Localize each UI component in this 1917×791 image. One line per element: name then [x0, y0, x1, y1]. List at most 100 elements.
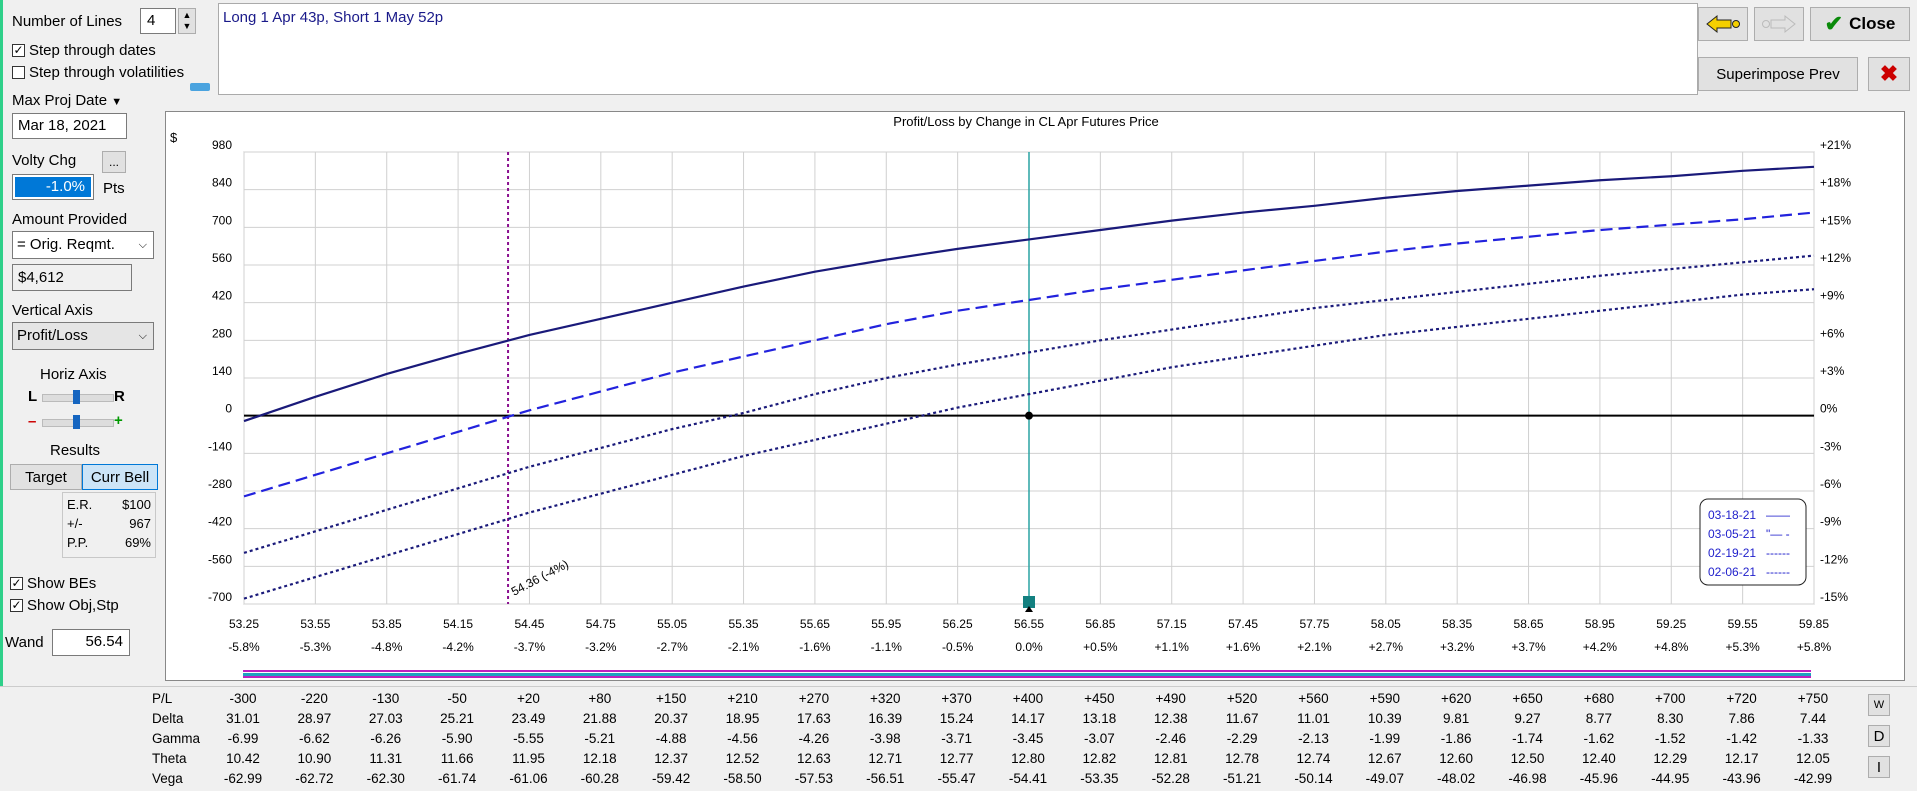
wand-input[interactable]: 56.54: [52, 629, 130, 656]
close-button[interactable]: ✔ Close: [1810, 7, 1910, 41]
arrow-right-icon: [1762, 14, 1796, 34]
superimpose-prev-button[interactable]: Superimpose Prev: [1698, 57, 1858, 91]
x-pct-tick-label: +0.5%: [1083, 640, 1118, 654]
x-tick-label: 59.55: [1728, 617, 1758, 631]
table-cell: -49.07: [1365, 771, 1404, 786]
show-obj-checkbox[interactable]: ✓ Show Obj,Stp: [10, 597, 119, 614]
table-cell: -42.99: [1793, 771, 1833, 786]
x-pct-tick-label: +1.6%: [1226, 640, 1261, 654]
max-proj-date-field[interactable]: Mar 18, 2021: [12, 113, 127, 139]
horiz-pan-slider[interactable]: [42, 390, 114, 404]
x-pct-tick-label: +2.1%: [1297, 640, 1332, 654]
curr-bell-button[interactable]: Curr Bell: [82, 464, 158, 490]
x-pct-tick-label: -4.8%: [371, 640, 403, 654]
table-cell: 25.21: [440, 711, 474, 726]
x-pct-tick-label: 0.0%: [1015, 640, 1043, 654]
table-cell: 8.77: [1585, 711, 1613, 726]
legend-swatch: ——: [1766, 508, 1790, 522]
table-cell: -44.95: [1651, 771, 1690, 786]
table-cell: -57.53: [794, 771, 834, 786]
table-cell: -55.47: [937, 771, 976, 786]
table-row-label: Vega: [152, 771, 183, 786]
pp-label: P.P.: [67, 535, 89, 550]
checkmark-icon: ✔: [1824, 11, 1844, 36]
table-cell: +560: [1298, 691, 1329, 706]
table-cell: 12.74: [1296, 751, 1331, 766]
target-button[interactable]: Target: [10, 464, 82, 490]
side-button-w[interactable]: W: [1868, 694, 1890, 716]
table-cell: +680: [1583, 691, 1615, 706]
back-arrow-button[interactable]: [1698, 7, 1748, 41]
amount-provided-select[interactable]: = Orig. Reqmt. ⌵: [12, 231, 154, 259]
table-cell: +400: [1012, 691, 1044, 706]
horiz-zoom-slider[interactable]: [42, 415, 114, 429]
table-cell: 12.05: [1796, 751, 1830, 766]
side-button-i[interactable]: I: [1868, 756, 1890, 778]
table-row-label: Gamma: [152, 731, 201, 746]
step-dates-checkbox[interactable]: ✓ Step through dates: [12, 42, 156, 59]
chart-legend: 03-18-21 —— 03-05-21 "— - 02-19-21 ------ 02-0…: [1699, 498, 1807, 586]
x-tick-label: 56.85: [1085, 617, 1115, 631]
y2-tick-label: +9%: [1820, 289, 1845, 303]
table-cell: -50: [447, 691, 467, 706]
x-tick-label: 53.25: [229, 617, 259, 631]
table-cell: 12.40: [1582, 751, 1616, 766]
table-cell: 12.38: [1153, 711, 1188, 726]
er-value: $100: [122, 497, 151, 512]
y-tick-label: 700: [212, 213, 232, 227]
table-row-theta: Theta 10.42 10.90 11.31 11.66 11.95 12.18 12.37…: [0, 751, 1917, 771]
profit-loss-chart[interactable]: Profit/Loss by Change in CL Apr Futures …: [166, 112, 1904, 680]
arrow-left-icon: [1706, 14, 1740, 34]
table-cell: 16.39: [868, 711, 903, 726]
x-tick-label: 56.25: [943, 617, 973, 631]
table-cell: 12.80: [1011, 751, 1045, 766]
panel-splitter-handle[interactable]: [190, 83, 210, 91]
max-proj-date-dropdown[interactable]: Max Proj Date ▼: [12, 92, 122, 109]
table-cell: -130: [372, 691, 400, 706]
table-cell: +80: [588, 691, 612, 706]
table-cell: -5.21: [584, 731, 616, 746]
vertical-axis-select[interactable]: Profit/Loss ⌵: [12, 322, 154, 350]
step-vols-checkbox[interactable]: Step through volatilities: [12, 64, 184, 81]
check-icon: ✓: [10, 575, 23, 590]
chart-title: Profit/Loss by Change in CL Apr Futures …: [893, 114, 1158, 129]
forward-arrow-button[interactable]: [1754, 7, 1804, 41]
position-description[interactable]: Long 1 Apr 43p, Short 1 May 52p: [218, 3, 1698, 95]
table-cell: -62.72: [295, 771, 334, 786]
table-cell: 12.77: [939, 751, 974, 766]
side-button-d[interactable]: D: [1868, 725, 1890, 747]
table-cell: -1.42: [1726, 731, 1758, 746]
chevron-down-icon: ⌵: [138, 239, 147, 251]
table-row-gamma: Gamma -6.99 -6.62 -6.26 -5.90 -5.55 -5.21 -4.88…: [0, 731, 1917, 751]
volty-chg-input[interactable]: -1.0%: [12, 174, 94, 200]
horiz-axis-label: Horiz Axis: [40, 366, 107, 383]
legend-item-03-18-21: 03-18-21: [1708, 508, 1756, 522]
volty-chg-label: Volty Chg: [12, 152, 77, 169]
table-cell: +20: [517, 691, 540, 706]
number-of-lines-spinner[interactable]: ▲ ▼: [178, 8, 196, 34]
table-cell: +520: [1226, 691, 1258, 706]
table-cell: -54.41: [1008, 771, 1048, 786]
table-row-label: Theta: [152, 751, 187, 766]
check-icon: ✓: [12, 42, 25, 57]
number-of-lines-label: Number of Lines: [12, 13, 123, 30]
delete-button[interactable]: ✖: [1868, 57, 1910, 91]
table-row-delta: Delta 31.01 28.97 27.03 25.21 23.49 21.88 20.37…: [0, 711, 1917, 731]
x-pct-tick-label: -2.1%: [728, 640, 760, 654]
table-cell: -46.98: [1508, 771, 1547, 786]
table-cell: 23.49: [511, 711, 546, 726]
table-cell: -43.96: [1722, 771, 1761, 786]
table-cell: -1.86: [1440, 731, 1472, 746]
show-bes-checkbox[interactable]: ✓ Show BEs: [10, 575, 96, 592]
table-cell: 15.24: [939, 711, 974, 726]
distribution-bar-3: [243, 676, 1811, 678]
table-row-label: P/L: [152, 691, 173, 706]
x-tick-label: 54.75: [586, 617, 616, 631]
table-cell: -2.46: [1155, 731, 1187, 746]
table-cell: -50.14: [1294, 771, 1333, 786]
table-cell: -3.98: [869, 731, 901, 746]
volty-more-button[interactable]: ...: [102, 151, 126, 173]
chart-panel[interactable]: Profit/Loss by Change in CL Apr Futures …: [165, 111, 1905, 681]
number-of-lines-input[interactable]: 4: [140, 8, 176, 34]
table-cell: -4.56: [727, 731, 758, 746]
